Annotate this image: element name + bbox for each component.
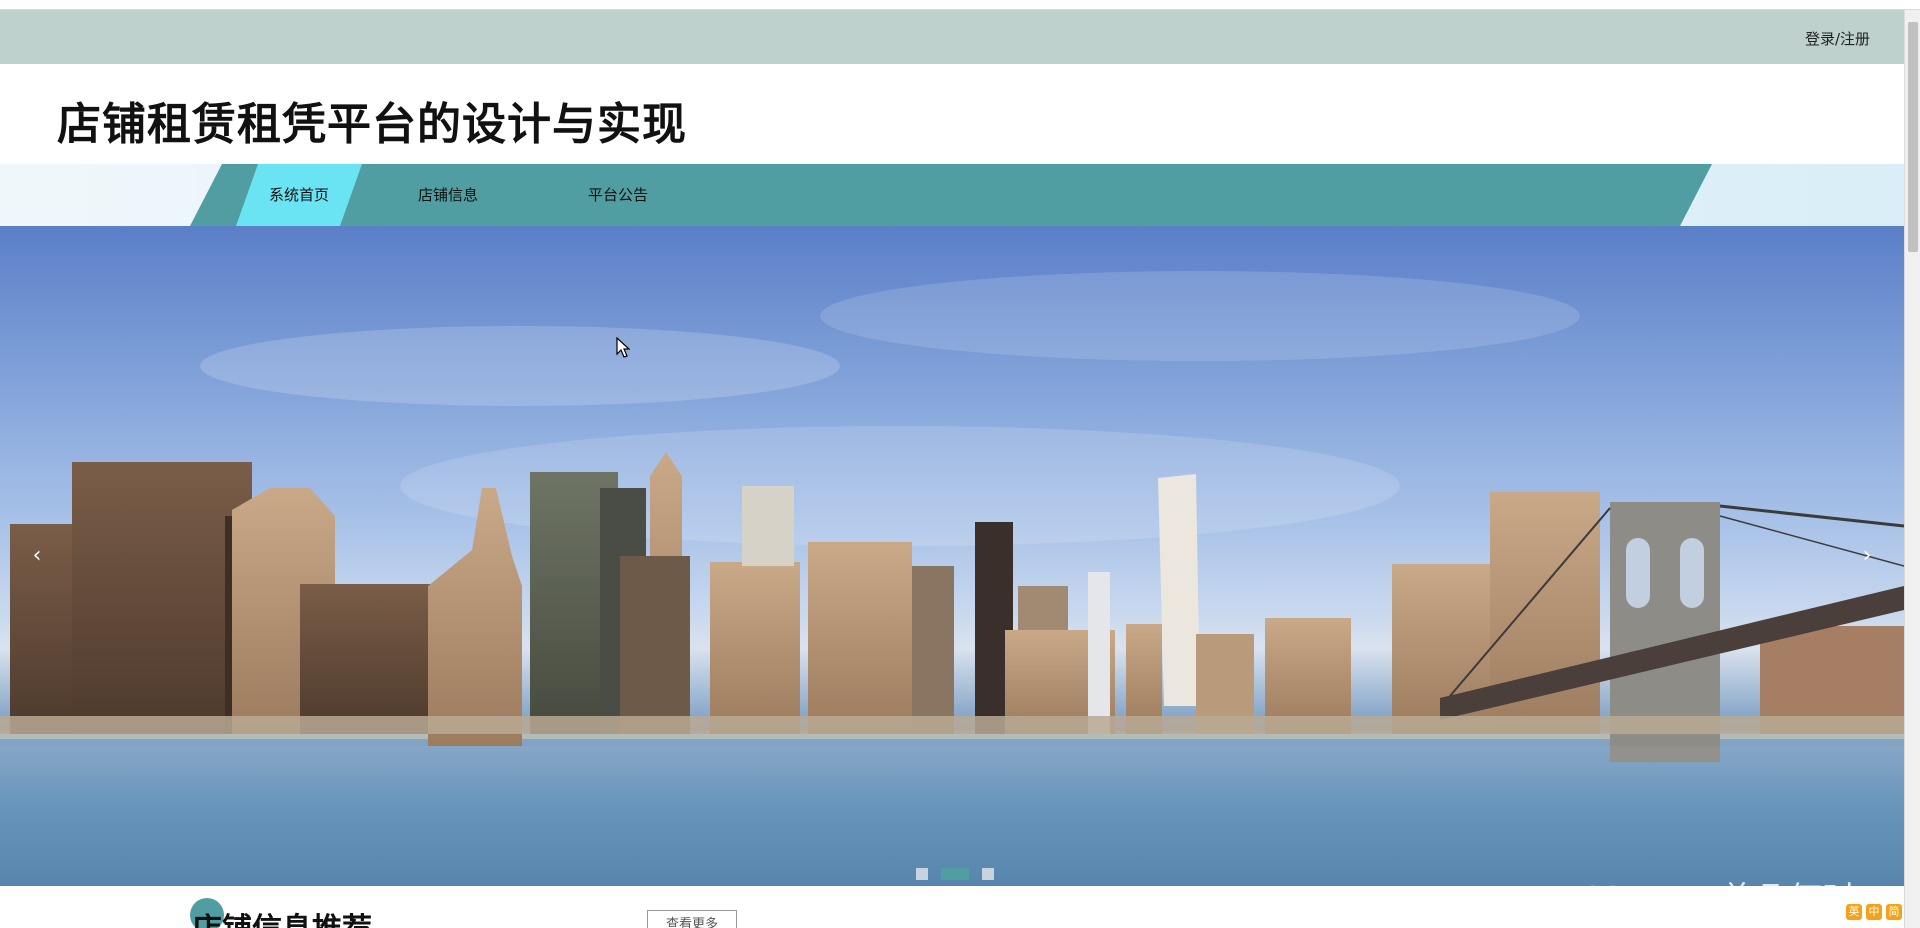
main-nav: 系统首页 店铺信息 平台公告	[0, 164, 1904, 226]
carousel-dot-3[interactable]	[982, 868, 995, 880]
ime-chinese-icon[interactable]: 中	[1866, 904, 1882, 920]
view-more-button[interactable]: 查看更多	[647, 910, 737, 928]
carousel-dot-2[interactable]	[941, 868, 970, 880]
page-scrollbar[interactable]	[1904, 10, 1920, 928]
carousel-prev-arrow[interactable]: ‹	[22, 536, 52, 576]
utility-bar: 登录/注册	[0, 10, 1904, 64]
city-skyline-image	[0, 271, 1904, 886]
ime-english-icon[interactable]: 英	[1846, 904, 1862, 920]
title-area: 店铺租赁租凭平台的设计与实现	[0, 64, 1904, 164]
ime-simplified-icon[interactable]: 简	[1886, 904, 1902, 920]
login-register-link[interactable]: 登录/注册	[1805, 28, 1870, 49]
section-title: 店铺信息推荐	[192, 904, 372, 928]
csdn-watermark: CSDN @曾几何时…	[1578, 880, 1890, 920]
site-title: 店铺租赁租凭平台的设计与实现	[57, 99, 687, 150]
carousel-dots	[916, 868, 1002, 880]
banner-carousel[interactable]: ‹ ›	[0, 226, 1904, 886]
ime-tray: 英 中 简	[1846, 904, 1902, 922]
carousel-next-arrow[interactable]: ›	[1852, 536, 1882, 576]
scrollbar-thumb[interactable]	[1908, 22, 1918, 252]
carousel-dot-1[interactable]	[916, 868, 928, 880]
page: 登录/注册 店铺租赁租凭平台的设计与实现 系统首页 店铺信息 平台公告 ‹ › …	[0, 0, 1920, 928]
nav-item-platform-notice[interactable]: 平台公告	[562, 164, 674, 226]
nav-item-home[interactable]: 系统首页	[236, 164, 362, 226]
nav-item-shop-info[interactable]: 店铺信息	[392, 164, 504, 226]
window-top-edge	[0, 0, 1920, 10]
mouse-cursor-icon	[616, 337, 630, 358]
